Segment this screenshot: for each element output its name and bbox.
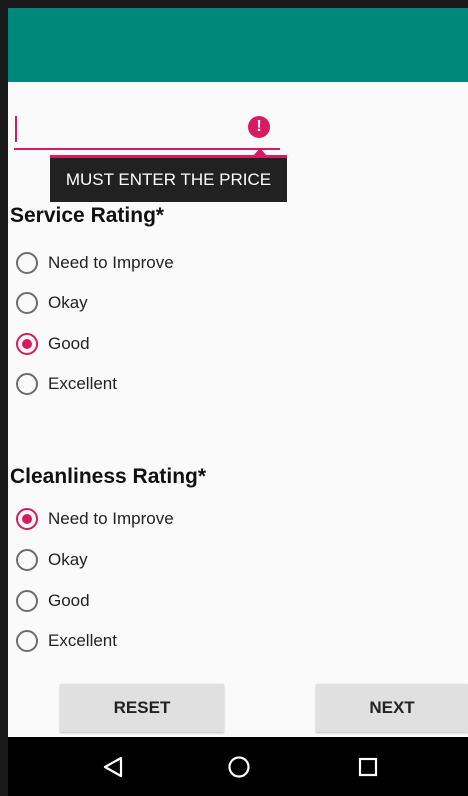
cleanliness-option-excellent[interactable]: Excellent (16, 623, 117, 659)
radio-unchecked-icon[interactable] (16, 590, 38, 612)
radio-unchecked-icon[interactable] (16, 373, 38, 395)
service-option-excellent[interactable]: Excellent (16, 366, 117, 402)
price-error-tooltip: MUST ENTER THE PRICE (50, 158, 287, 202)
cleanliness-rating-title: Cleanliness Rating* (10, 465, 207, 488)
radio-unchecked-icon[interactable] (16, 630, 38, 652)
radio-unchecked-icon[interactable] (16, 549, 38, 571)
service-rating-title: Service Rating* (10, 204, 165, 227)
home-circle-icon[interactable] (223, 751, 255, 783)
radio-label: Excellent (48, 374, 117, 393)
text-cursor (15, 116, 17, 142)
price-input-underline (14, 148, 280, 150)
radio-checked-icon[interactable] (16, 508, 38, 530)
radio-unchecked-icon[interactable] (16, 292, 38, 314)
error-icon[interactable]: ! (248, 116, 270, 138)
radio-label: Need to Improve (48, 509, 174, 528)
cleanliness-option-need-to-improve[interactable]: Need to Improve (16, 501, 174, 537)
cleanliness-option-good[interactable]: Good (16, 583, 90, 619)
price-input[interactable] (14, 108, 280, 150)
service-option-okay[interactable]: Okay (16, 285, 88, 321)
radio-label: Okay (48, 293, 88, 312)
radio-label: Good (48, 334, 90, 353)
app-screen: ! MUST ENTER THE PRICE Service Rating* N… (8, 8, 468, 796)
back-triangle-icon[interactable] (97, 751, 129, 783)
radio-checked-icon[interactable] (16, 333, 38, 355)
next-button[interactable]: NEXT (316, 684, 468, 732)
reset-button[interactable]: RESET (60, 684, 224, 732)
service-option-need-to-improve[interactable]: Need to Improve (16, 245, 174, 281)
recents-square-icon[interactable] (352, 751, 384, 783)
radio-label: Good (48, 591, 90, 610)
system-navigation-bar (8, 737, 468, 796)
radio-label: Excellent (48, 631, 117, 650)
radio-label: Need to Improve (48, 253, 174, 272)
app-bar (8, 8, 468, 82)
radio-label: Okay (48, 550, 88, 569)
cleanliness-option-okay[interactable]: Okay (16, 542, 88, 578)
radio-unchecked-icon[interactable] (16, 252, 38, 274)
service-option-good[interactable]: Good (16, 326, 90, 362)
